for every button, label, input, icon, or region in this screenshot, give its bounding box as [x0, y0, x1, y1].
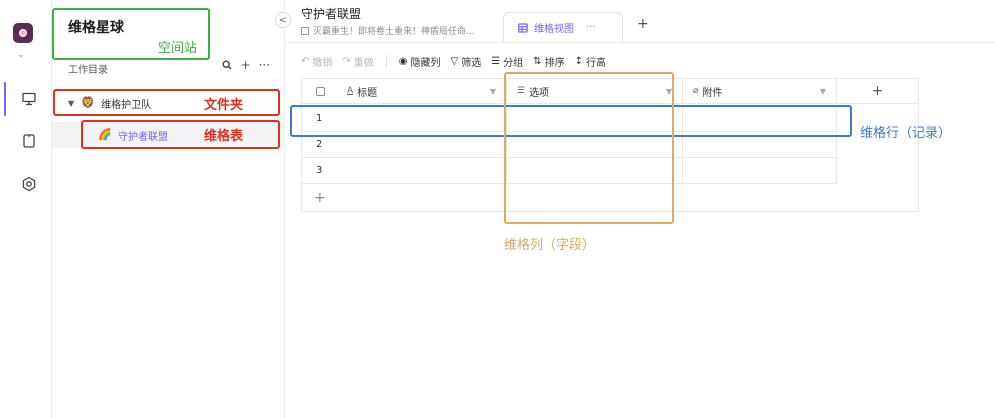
column-header-attachment[interactable]: ⌀ 附件 ▼: [683, 78, 837, 104]
column-header-label: 附件: [702, 87, 723, 99]
undo-button[interactable]: ↶ 撤销: [301, 54, 332, 69]
row-height-icon: ↕: [574, 55, 583, 67]
filter-label: 筛选: [461, 57, 482, 69]
sidebar-tools: + ···: [222, 58, 270, 72]
filter-button[interactable]: ▽ 筛选: [451, 54, 482, 69]
collapse-sidebar-button[interactable]: <: [275, 12, 291, 28]
column-header-title[interactable]: A 标题 ▼: [301, 78, 507, 104]
left-rail: ⌄: [0, 0, 52, 418]
caret-down-icon[interactable]: ▼: [820, 87, 826, 96]
add-node-button[interactable]: +: [240, 58, 250, 72]
group-button[interactable]: ☰ 分组: [491, 54, 523, 69]
annotation-sheet-label: 维格表: [204, 129, 244, 144]
annotation-folder-label: 文件夹: [204, 98, 244, 113]
annotation-folder-box: [53, 89, 280, 116]
caret-down-icon[interactable]: ▼: [490, 87, 496, 96]
annotation-column-box: [504, 72, 674, 224]
node-title: 守护者联盟: [301, 7, 362, 21]
more-icon[interactable]: ···: [259, 58, 270, 72]
filter-icon: ▽: [450, 55, 459, 67]
annotation-column-label: 维格列（字段）: [504, 238, 596, 253]
view-more-icon[interactable]: ···: [586, 22, 596, 33]
avatar-dot: [19, 29, 27, 37]
view-tab-label: 维格视图: [534, 24, 574, 35]
toolbar: ↶ 撤销 ↷ 重做 ◉ 隐藏列 ▽ 筛选 ☰ 分组 ⇅ 排序 ↕ 行高: [301, 53, 616, 69]
annotation-row-label: 维格行（记录）: [860, 126, 952, 141]
text-field-icon: A: [347, 86, 354, 96]
group-label: 分组: [503, 57, 524, 69]
monitor-icon[interactable]: [21, 91, 37, 107]
grid-view-icon: [518, 22, 528, 33]
sort-label: 排序: [544, 57, 565, 69]
search-icon[interactable]: [222, 60, 232, 70]
redo-button[interactable]: ↷ 重做: [342, 54, 373, 69]
header-divider: [285, 42, 995, 43]
column-header-label: 标题: [357, 87, 378, 99]
annotation-space-label: 空间站: [158, 41, 198, 56]
redo-label: 重做: [353, 57, 374, 69]
settings-hex-icon[interactable]: [21, 176, 37, 192]
eye-icon: ◉: [398, 55, 408, 67]
select-all-checkbox[interactable]: [316, 86, 325, 96]
row-height-button[interactable]: ↕ 行高: [575, 54, 606, 69]
undo-icon: ↶: [301, 55, 310, 67]
group-icon: ☰: [491, 55, 501, 67]
sort-button[interactable]: ⇅ 排序: [533, 54, 564, 69]
rail-active-indicator: [4, 82, 6, 116]
node-description: 灭霸重生！即将卷土重来！神盾局任命...: [301, 24, 475, 37]
description-icon: [301, 27, 309, 35]
annotation-sheet-box: [81, 120, 280, 149]
space-avatar[interactable]: [13, 23, 33, 43]
chevron-down-icon[interactable]: ⌄: [17, 50, 25, 60]
toolbar-divider: [385, 55, 387, 67]
attachment-cell[interactable]: [683, 158, 837, 184]
hide-columns-button[interactable]: ◉ 隐藏列: [399, 54, 441, 69]
row-height-label: 行高: [585, 57, 606, 69]
tab-view-grid[interactable]: 维格视图 ···: [503, 12, 623, 42]
node-description-text: 灭霸重生！即将卷土重来！神盾局任命...: [313, 27, 475, 37]
undo-label: 撤销: [312, 57, 333, 69]
row-number[interactable]: 3: [301, 158, 507, 184]
add-column-button[interactable]: +: [837, 78, 919, 104]
hide-columns-label: 隐藏列: [410, 57, 441, 69]
catalog-label: 工作目录: [68, 65, 108, 76]
attachment-icon: ⌀: [693, 86, 699, 96]
redo-icon: ↷: [342, 55, 351, 67]
add-view-button[interactable]: +: [637, 16, 649, 32]
tablet-icon[interactable]: [21, 133, 37, 149]
sidebar: 维格星球 工作目录 + ··· ▼ 🦁 维格护卫队 🌈 守护者联盟: [52, 0, 285, 418]
sort-icon: ⇅: [533, 55, 542, 67]
